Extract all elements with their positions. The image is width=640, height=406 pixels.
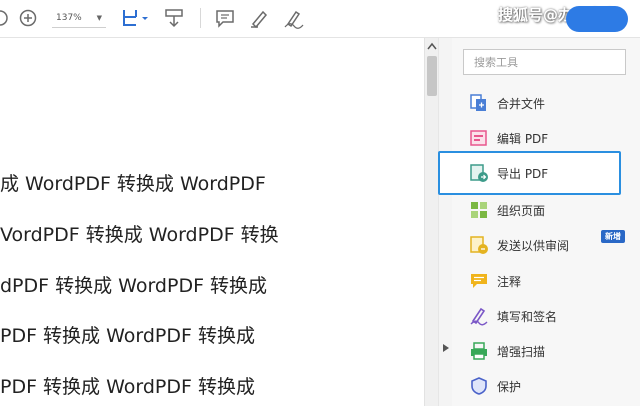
tool-label: 编辑 PDF bbox=[497, 131, 549, 146]
pane-collapse-bar[interactable] bbox=[438, 38, 453, 406]
top-toolbar: 137% ▼ 搜狐号@办公专家 bbox=[0, 0, 640, 38]
fill-sign-icon bbox=[468, 305, 490, 327]
export-pdf-icon bbox=[468, 162, 490, 184]
fit-page-icon[interactable] bbox=[120, 7, 150, 29]
edit-pdf-icon bbox=[468, 127, 490, 149]
search-tools-input[interactable]: 搜索工具 bbox=[463, 49, 626, 75]
send-for-review-icon bbox=[468, 234, 490, 256]
search-placeholder: 搜索工具 bbox=[474, 56, 518, 69]
document-text-line: PDF 转换成 WordPDF 转换成 bbox=[0, 325, 255, 347]
tool-combine-files[interactable]: 合并文件 bbox=[452, 86, 640, 120]
tool-send-for-review[interactable]: 发送以供审阅 新增 bbox=[452, 228, 640, 262]
document-text-line: PDF 转换成 WordPDF 转换成 bbox=[0, 376, 255, 398]
zoom-level-select[interactable]: 137% ▼ bbox=[52, 8, 106, 28]
prev-icon-partial[interactable] bbox=[0, 9, 10, 27]
share-button[interactable] bbox=[566, 6, 628, 32]
comment-icon[interactable] bbox=[214, 8, 236, 28]
scrollbar-thumb[interactable] bbox=[427, 56, 437, 96]
tool-label: 发送以供审阅 bbox=[497, 238, 570, 253]
document-text-line: dPDF 转换成 WordPDF 转换成 bbox=[0, 275, 268, 297]
tool-label: 导出 PDF bbox=[497, 166, 549, 181]
tool-comment[interactable]: 注释 bbox=[452, 264, 640, 298]
tool-protect[interactable]: 保护 bbox=[452, 369, 640, 403]
scroll-mode-icon[interactable] bbox=[163, 7, 185, 29]
toolbar-divider bbox=[200, 8, 201, 28]
organize-pages-icon bbox=[468, 199, 490, 221]
sign-icon[interactable] bbox=[282, 7, 306, 29]
highlight-icon[interactable] bbox=[248, 7, 270, 29]
zoom-in-icon[interactable] bbox=[18, 8, 38, 28]
document-text-line: VordPDF 转换成 WordPDF 转换 bbox=[0, 224, 279, 246]
protect-icon bbox=[468, 375, 490, 397]
chevron-down-icon: ▼ bbox=[96, 13, 102, 22]
tool-label: 保护 bbox=[497, 379, 522, 394]
tool-label: 填写和签名 bbox=[497, 309, 558, 324]
tool-label: 组织页面 bbox=[497, 203, 546, 218]
zoom-level-value: 137% bbox=[56, 12, 82, 23]
tool-label: 增强扫描 bbox=[497, 344, 546, 359]
tool-export-pdf[interactable]: 导出 PDF bbox=[438, 151, 621, 195]
tool-label: 合并文件 bbox=[497, 96, 546, 111]
new-badge: 新增 bbox=[601, 230, 625, 243]
tool-fill-sign[interactable]: 填写和签名 bbox=[452, 299, 640, 333]
document-text-line: 成 WordPDF 转换成 WordPDF bbox=[0, 173, 266, 195]
document-page: 成 WordPDF 转换成 WordPDF VordPDF 转换成 WordPD… bbox=[0, 38, 424, 406]
collapse-arrow-icon[interactable] bbox=[442, 338, 450, 357]
enhance-scan-icon bbox=[468, 340, 490, 362]
tool-label: 注释 bbox=[497, 274, 522, 289]
tool-edit-pdf[interactable]: 编辑 PDF bbox=[452, 121, 640, 155]
tool-enhance-scan[interactable]: 增强扫描 bbox=[452, 334, 640, 368]
tools-pane: 搜索工具 合并文件 编辑 PDF 导出 PDF 组织页面 发送以供审阅 新增 注… bbox=[438, 38, 640, 406]
combine-files-icon bbox=[468, 92, 490, 114]
tool-organize-pages[interactable]: 组织页面 bbox=[452, 193, 640, 227]
vertical-scrollbar[interactable] bbox=[424, 38, 439, 406]
scroll-up-icon[interactable] bbox=[425, 40, 439, 52]
comment-icon bbox=[468, 270, 490, 292]
